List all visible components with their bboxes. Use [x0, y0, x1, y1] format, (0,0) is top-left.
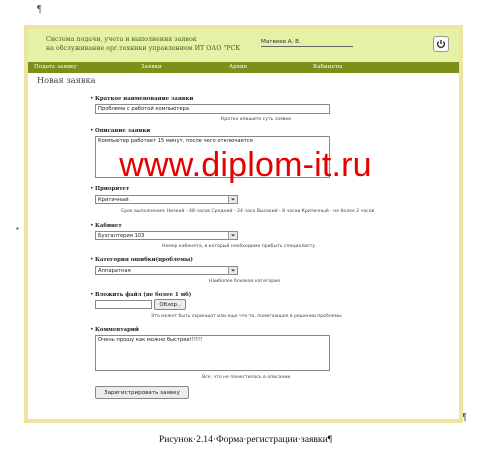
chevron-down-icon[interactable]: [228, 196, 237, 203]
comment-textarea[interactable]: Очень прошу как можно быстрее!!!!!!: [95, 335, 330, 371]
bullet: •: [90, 256, 94, 263]
cabinet-label: Кабинет: [95, 223, 122, 229]
category-select[interactable]: Аппаратная: [95, 266, 238, 275]
app-header: Система подачи, учета и выполнения заяво…: [28, 29, 459, 62]
attach-label: Вложить файл (не более 1 мб): [95, 292, 192, 298]
cabinet-select-value: Бухгалтерия 103: [98, 232, 145, 239]
system-title: Система подачи, учета и выполнения заяво…: [46, 35, 240, 53]
priority-hint: Срок выполнения: Низкий - 48 часов Средн…: [121, 209, 375, 214]
menu-item-new-request[interactable]: Подать заявку: [34, 64, 77, 70]
menu-item-cabinets[interactable]: Кабинеты: [313, 64, 342, 70]
system-title-line1: Система подачи, учета и выполнения заяво…: [46, 36, 197, 43]
browse-button[interactable]: Обзор..: [154, 299, 186, 310]
category-select-value: Аппаратная: [98, 267, 131, 274]
power-icon: [436, 40, 446, 49]
attach-hint: Это может быть скриншот или еще что-то, …: [151, 314, 342, 319]
bullet: •: [90, 95, 94, 102]
cabinet-select[interactable]: Бухгалтерия 103: [95, 231, 238, 240]
category-label: Категория ошибки(проблемы): [95, 257, 193, 263]
category-hint: Наиболее близкая категория: [209, 279, 280, 284]
main-menu: Подать заявку Заявки Архив Кабинеты: [28, 62, 459, 73]
bullet: •: [90, 127, 94, 134]
comment-hint: Все, что не поместилось в описании: [202, 375, 291, 380]
logout-button[interactable]: [433, 36, 449, 52]
form-screenshot-frame: Система подачи, учета и выполнения заяво…: [24, 25, 463, 423]
short-name-input[interactable]: Проблема с работой компьютера: [95, 104, 330, 114]
page-title: Новая заявка: [37, 75, 96, 85]
register-request-button[interactable]: Зарегистрировать заявку: [95, 386, 189, 399]
chevron-down-icon[interactable]: [228, 267, 237, 274]
priority-label: Приоритет: [95, 186, 130, 192]
bullet-left: ▪: [16, 224, 19, 233]
watermark: www.diplom-it.ru: [119, 146, 372, 184]
chevron-down-icon[interactable]: [228, 232, 237, 239]
pilcrow-top: ¶: [37, 4, 42, 15]
file-path-input[interactable]: [95, 300, 152, 309]
short-name-label: Краткое наименование заявки: [95, 96, 194, 102]
menu-item-archive[interactable]: Архив: [229, 64, 247, 70]
cabinet-hint: Номер кабинета, в который необходимо при…: [162, 244, 316, 249]
bullet: •: [90, 326, 94, 333]
system-title-line2: на обслуживание орг.техники управлением …: [46, 45, 241, 52]
menu-item-requests[interactable]: Заявки: [141, 64, 162, 70]
short-name-hint: Кратко опишите суть заявки: [221, 117, 292, 122]
bullet: •: [90, 185, 94, 192]
priority-select-value: Критичный: [98, 196, 129, 203]
description-label: Описание заявки: [95, 128, 151, 134]
bullet: •: [90, 291, 94, 298]
bullet: •: [90, 222, 94, 229]
comment-label: Комментарий: [95, 327, 139, 333]
figure-caption: Рисунок·2.14·Форма·регистрации·заявки¶: [158, 434, 333, 445]
priority-select[interactable]: Критичный: [95, 195, 238, 204]
user-name: Матвеев А. В.: [261, 39, 353, 47]
